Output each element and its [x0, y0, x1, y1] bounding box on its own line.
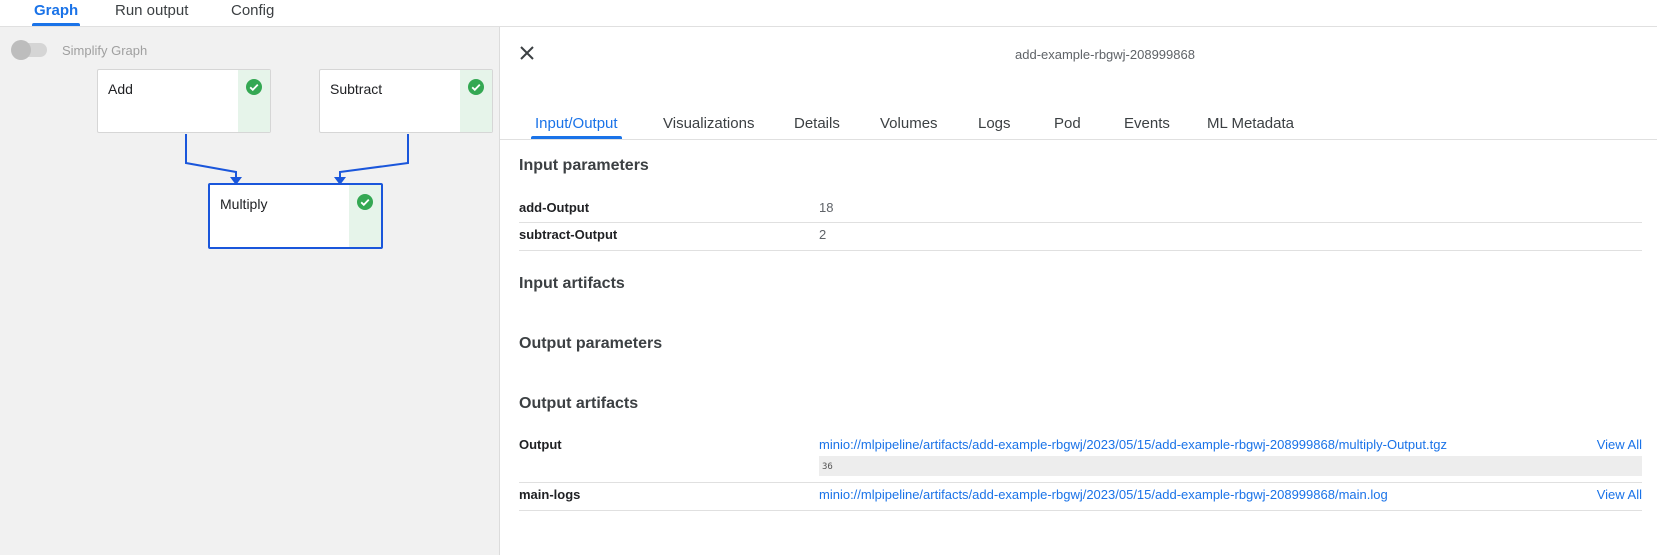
check-circle-icon: [468, 79, 484, 95]
param-value: 2: [819, 227, 827, 242]
node-status: [460, 70, 492, 132]
output-artifacts-title: Output artifacts: [519, 395, 639, 412]
tab-ml-metadata[interactable]: ML Metadata: [1207, 115, 1294, 139]
output-parameters-title: Output parameters: [519, 335, 663, 352]
node-label: Subtract: [330, 81, 383, 97]
node-label: Add: [108, 81, 133, 97]
input-param-row: add-Output 18: [519, 197, 1642, 223]
close-icon: [520, 46, 534, 60]
input-parameters-title: Input parameters: [519, 157, 649, 174]
graph-pane: Simplify Graph Add Subtract Multiply: [0, 27, 500, 555]
tab-pod[interactable]: Pod: [1054, 115, 1081, 139]
tab-run-output[interactable]: Run output: [115, 2, 188, 26]
tab-config[interactable]: Config: [231, 2, 274, 26]
input-artifacts-title: Input artifacts: [519, 275, 625, 292]
tab-details[interactable]: Details: [794, 115, 840, 139]
toggle-knob: [11, 40, 31, 60]
view-all-link[interactable]: View All: [1597, 487, 1642, 502]
tab-volumes[interactable]: Volumes: [880, 115, 938, 139]
artifact-key: Output: [519, 437, 562, 452]
simplify-graph-toggle[interactable]: [11, 40, 47, 60]
check-circle-icon: [357, 194, 373, 210]
output-artifact-row: Output minio://mlpipeline/artifacts/add-…: [519, 434, 1642, 483]
graph-node-multiply[interactable]: Multiply: [208, 183, 383, 249]
param-key: add-Output: [519, 200, 590, 215]
param-key: subtract-Output: [519, 227, 618, 242]
input-param-row: subtract-Output 2: [519, 224, 1642, 251]
node-label: Multiply: [220, 196, 268, 212]
simplify-graph-label: Simplify Graph: [62, 43, 148, 58]
param-value: 18: [819, 200, 834, 215]
tab-graph[interactable]: Graph: [31, 2, 81, 26]
edge-subtract-multiply: [339, 134, 409, 177]
tab-visualizations[interactable]: Visualizations: [663, 115, 754, 139]
artifact-key: main-logs: [519, 487, 581, 502]
graph-node-add[interactable]: Add: [97, 69, 271, 133]
tab-logs[interactable]: Logs: [978, 115, 1011, 139]
top-tab-bar: Graph Run output Config: [0, 0, 1657, 27]
details-pane: add-example-rbgwj-208999868 Input/Output…: [500, 27, 1657, 555]
artifact-uri-link[interactable]: minio://mlpipeline/artifacts/add-example…: [819, 487, 1388, 502]
check-circle-icon: [246, 79, 262, 95]
close-button[interactable]: [516, 42, 538, 64]
artifact-uri-link[interactable]: minio://mlpipeline/artifacts/add-example…: [819, 437, 1447, 452]
artifact-preview: 36: [819, 456, 1642, 476]
node-status: [349, 185, 381, 247]
graph-node-subtract[interactable]: Subtract: [319, 69, 493, 133]
run-name: add-example-rbgwj-208999868: [1015, 47, 1195, 62]
output-artifact-row: main-logs minio://mlpipeline/artifacts/a…: [519, 484, 1642, 511]
node-status: [238, 70, 270, 132]
edge-add-multiply: [185, 134, 237, 177]
view-all-link[interactable]: View All: [1597, 437, 1642, 452]
tab-events[interactable]: Events: [1124, 115, 1170, 139]
detail-tab-bar: Input/Output Visualizations Details Volu…: [500, 83, 1657, 140]
tab-input-output[interactable]: Input/Output: [531, 115, 622, 139]
